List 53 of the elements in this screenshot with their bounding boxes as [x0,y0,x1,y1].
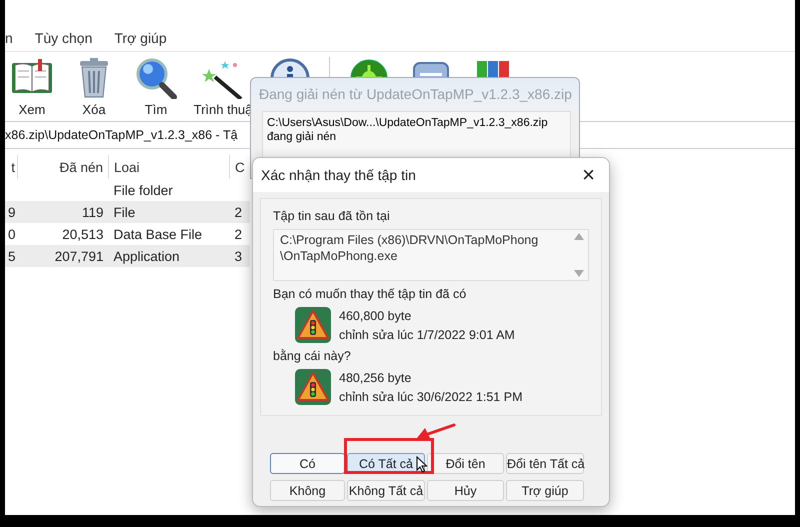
table-cell: 207,791 [54,248,104,264]
table-cell: Application [114,248,180,264]
column-header[interactable]: Đã nén [59,160,103,174]
dialog-button[interactable]: Đổi tên [427,453,504,474]
file-path: \OnTapMoPhong.exe [280,249,398,263]
question-text: Bạn có muốn thay thế tập tin đã có [273,287,468,301]
dialog-button[interactable]: Đổi tên Tất cả [506,453,584,474]
menu-item[interactable]: n [5,30,13,46]
dialog-button[interactable]: Hủy [427,480,504,501]
menu-item[interactable]: Tùy chọn [34,30,92,46]
column-header[interactable]: C [235,160,245,174]
status-text: C:\Users\Asus\Dow...\UpdateOnTapMP_v1.2.3_x86.zip [267,116,549,129]
table-cell: 2 [234,226,242,242]
table-cell: 9 [8,204,16,220]
traffic-light-icon [295,369,331,405]
info-text: bằng cái này? [273,349,352,363]
menu-item[interactable]: Trợ giúp [114,30,167,46]
dialog-title: Xác nhận thay thế tập tin [261,167,416,183]
dialog-button[interactable]: Có [270,453,345,474]
address-path: x86.zip\UpdateOnTapMP_v1.2.3_x86 - Tậ [5,128,238,142]
close-button[interactable]: × [576,163,601,187]
toolbar-button[interactable]: Xem [18,102,46,117]
dialog-button[interactable]: Trợ giúp [506,480,584,501]
file-size: 460,800 byte [339,308,412,322]
mouse-cursor-icon [416,456,428,473]
traffic-light-icon [295,307,331,343]
scroll-up-icon [574,233,584,240]
dialog-title: Đang giải nén từ UpdateOnTapMP_v1.2.3_x86.zip [259,86,572,102]
column-header[interactable]: Loai [114,160,140,174]
file-path: C:\Program Files (x86)\DRVN\OnTapMoPhong [280,233,538,247]
table-cell: File folder [114,182,173,198]
dialog-button[interactable]: Không Tất cả [347,480,425,501]
info-icon [268,57,312,77]
search-icon [134,57,178,99]
table-cell: 2 [234,204,242,220]
table-cell: 119 [82,204,104,220]
column-header[interactable]: t [11,160,15,174]
table-cell: File [114,204,136,220]
toolbar-button[interactable]: Xóa [82,102,106,117]
table-cell: 0 [8,226,16,242]
toolbar-button[interactable]: Tìm [144,102,168,117]
file-size: 480,256 byte [339,370,412,384]
table-cell: 3 [234,248,242,264]
table-cell: 20,513 [62,226,104,242]
info-text: Tập tin sau đã tồn tại [273,209,391,223]
scroll-down-icon [574,270,584,277]
modified-date: chỉnh sửa lúc 30/6/2022 1:51 PM [339,390,522,404]
dialog-button[interactable]: Không [270,480,345,501]
arrow [416,423,456,440]
table-cell: 5 [8,248,16,264]
status-text: đang giải nén [267,130,338,143]
modified-date: chỉnh sửa lúc 1/7/2022 9:01 AM [339,328,515,342]
table-cell: Data Base File [114,226,202,242]
